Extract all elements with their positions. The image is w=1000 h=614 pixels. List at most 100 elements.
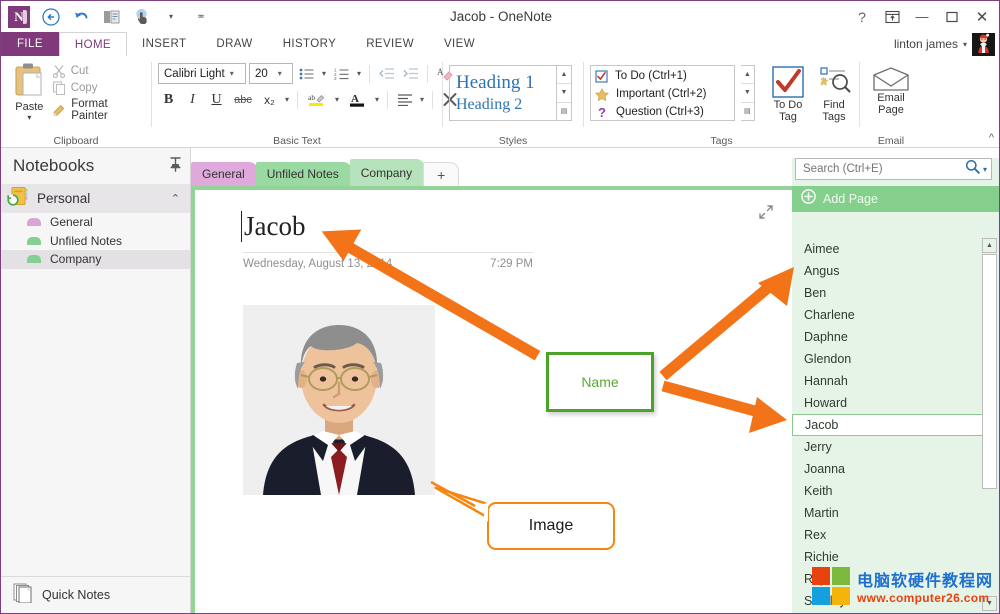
section-tab-company[interactable]: Company <box>350 159 425 186</box>
tab-home[interactable]: HOME <box>59 32 127 56</box>
maximize-button[interactable] <box>937 4 967 30</box>
qat-overflow-button[interactable]: ≖ <box>190 6 212 28</box>
user-menu-caret-icon[interactable]: ▾ <box>963 40 967 49</box>
undo-button[interactable] <box>70 6 92 28</box>
page-item-charlene[interactable]: Charlene <box>792 304 999 326</box>
search-box[interactable]: ▾ <box>795 158 992 180</box>
tag-item-question[interactable]: ? Question (Ctrl+3) <box>595 104 734 120</box>
styles-scroll-up-icon[interactable]: ▲ <box>557 66 571 84</box>
pin-icon[interactable] <box>169 157 182 175</box>
add-section-button[interactable]: + <box>423 162 459 186</box>
tab-review[interactable]: REVIEW <box>351 32 429 56</box>
page-item-joanna[interactable]: Joanna <box>792 458 999 480</box>
tab-insert[interactable]: INSERT <box>127 32 201 56</box>
highlight-icon[interactable]: ab <box>304 89 330 110</box>
align-icon[interactable] <box>394 89 415 110</box>
font-size-caret-icon[interactable]: ▾ <box>278 69 282 78</box>
page-item-glendon[interactable]: Glendon <box>792 348 999 370</box>
font-color-caret-icon[interactable]: ▾ <box>373 95 381 104</box>
expand-icon[interactable] <box>758 204 774 223</box>
subscript-caret-icon[interactable]: ▾ <box>283 95 291 104</box>
ribbon-display-options-button[interactable] <box>877 4 907 30</box>
tags-scroll-down-icon[interactable]: ▼ <box>741 84 754 102</box>
font-name-box[interactable]: Calibri Light ▾ <box>158 63 246 84</box>
page-item-jerry[interactable]: Jerry <box>792 436 999 458</box>
cut-button[interactable]: Cut <box>52 64 145 78</box>
italic-button[interactable]: I <box>182 89 203 110</box>
styles-scroll-down-icon[interactable]: ▼ <box>557 84 571 102</box>
search-icon[interactable] <box>965 159 980 179</box>
notebook-collapse-icon[interactable]: ⌃ <box>171 192 190 205</box>
styles-expand-icon[interactable]: ▤ <box>557 103 571 120</box>
bold-button[interactable]: B <box>158 89 179 110</box>
font-size-box[interactable]: 20 ▾ <box>249 63 293 84</box>
tag-item-to-do[interactable]: To Do (Ctrl+1) <box>595 68 734 84</box>
style-heading-1[interactable]: Heading 1 <box>456 72 556 94</box>
page-item-howard[interactable]: Howard <box>792 392 999 414</box>
page-item-angus[interactable]: Angus <box>792 260 999 282</box>
page-item-keith[interactable]: Keith <box>792 480 999 502</box>
help-button[interactable]: ? <box>847 4 877 30</box>
scroll-down-button[interactable]: ▼ <box>982 596 997 611</box>
paste-caret-icon[interactable]: ▾ <box>27 113 31 122</box>
close-button[interactable]: ✕ <box>967 4 997 30</box>
tab-file[interactable]: FILE <box>1 32 59 56</box>
sidebar-section-unfiled-notes[interactable]: Unfiled Notes <box>1 232 190 251</box>
page-item-roy[interactable]: Roy <box>792 568 999 590</box>
strikethrough-button[interactable]: abc <box>230 89 256 110</box>
decrease-indent-icon[interactable] <box>376 63 397 84</box>
copy-button[interactable]: Copy <box>52 81 145 95</box>
page-item-martin[interactable]: Martin <box>792 502 999 524</box>
customize-qat-button[interactable]: ▾ <box>160 6 182 28</box>
page-item-stanley[interactable]: Stanley <box>792 590 999 612</box>
tags-scroll-up-icon[interactable]: ▲ <box>741 66 754 84</box>
page-item-daphne[interactable]: Daphne <box>792 326 999 348</box>
page-item-richie[interactable]: Richie <box>792 546 999 568</box>
tab-history[interactable]: HISTORY <box>268 32 352 56</box>
page-item-rex[interactable]: Rex <box>792 524 999 546</box>
bullets-caret-icon[interactable]: ▾ <box>320 69 328 78</box>
page-item-hannah[interactable]: Hannah <box>792 370 999 392</box>
paste-button[interactable]: Paste ▾ <box>7 60 52 122</box>
style-heading-2[interactable]: Heading 2 <box>456 96 556 114</box>
page-item-aimee[interactable]: Aimee <box>792 238 999 260</box>
section-tab-general[interactable]: General <box>191 162 258 186</box>
notebook-personal[interactable]: Personal ⌃ <box>1 184 190 213</box>
tags-expand-icon[interactable]: ▤ <box>741 103 754 120</box>
increase-indent-icon[interactable] <box>400 63 421 84</box>
portrait-image[interactable] <box>243 305 435 495</box>
align-caret-icon[interactable]: ▾ <box>418 95 426 104</box>
scrollbar-thumb[interactable] <box>982 254 997 489</box>
page-title[interactable]: Jacob <box>241 211 305 242</box>
add-page-button[interactable]: Add Page <box>792 186 999 212</box>
sidebar-section-company[interactable]: Company <box>1 250 190 269</box>
subscript-button[interactable]: x₂ <box>259 89 280 110</box>
minimize-button[interactable]: — <box>907 4 937 30</box>
touch-mouse-mode-button[interactable] <box>130 6 152 28</box>
dock-to-desktop-button[interactable] <box>100 6 122 28</box>
quick-notes-button[interactable]: Quick Notes <box>1 576 191 613</box>
user-account-area[interactable]: linton james ▾ <box>894 32 995 56</box>
email-page-button[interactable]: Email Page <box>866 60 916 116</box>
page-item-jacob[interactable]: Jacob <box>792 414 985 436</box>
tag-item-important[interactable]: Important (Ctrl+2) <box>595 86 734 102</box>
font-name-caret-icon[interactable]: ▾ <box>230 69 234 78</box>
find-tags-button[interactable]: Find Tags <box>815 65 853 123</box>
avatar[interactable] <box>972 33 995 56</box>
scroll-up-button[interactable]: ▲ <box>982 238 997 253</box>
numbering-icon[interactable]: 123 <box>331 63 352 84</box>
styles-gallery[interactable]: Heading 1 Heading 2 <box>449 65 557 121</box>
font-color-icon[interactable]: A <box>344 89 370 110</box>
page-canvas[interactable]: Jacob Wednesday, August 13, 2014 7:29 PM <box>191 186 792 613</box>
collapse-ribbon-button[interactable]: ^ <box>989 132 994 144</box>
bullets-icon[interactable] <box>296 63 317 84</box>
underline-button[interactable]: U <box>206 89 227 110</box>
search-caret-icon[interactable]: ▾ <box>983 165 987 174</box>
section-tab-unfiled-notes[interactable]: Unfiled Notes <box>256 162 352 186</box>
page-list-scrollbar[interactable]: ▲ ▼ <box>982 238 997 599</box>
search-input[interactable] <box>803 163 965 175</box>
sidebar-section-general[interactable]: General <box>1 213 190 232</box>
page-item-ben[interactable]: Ben <box>792 282 999 304</box>
numbering-caret-icon[interactable]: ▾ <box>355 69 363 78</box>
tab-view[interactable]: VIEW <box>429 32 490 56</box>
